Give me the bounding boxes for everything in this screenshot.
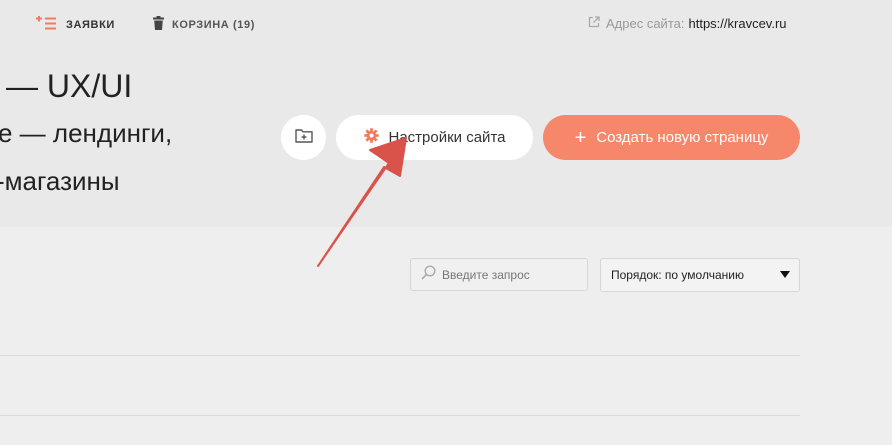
list-divider [0, 415, 800, 416]
list-divider [0, 355, 800, 356]
search-icon [421, 264, 436, 285]
site-settings-label: Настройки сайта [388, 129, 506, 146]
plus-icon: + [574, 126, 587, 149]
external-link-icon [588, 16, 600, 31]
trash-icon [153, 16, 164, 33]
project-description-line-2: -магазины [0, 166, 120, 196]
create-page-button[interactable]: + Создать новую страницу [543, 115, 800, 160]
nav-orders[interactable]: ЗАЯВКИ [36, 15, 115, 33]
caret-down-icon [780, 271, 790, 278]
sort-value: Порядок: по умолчанию [611, 268, 744, 282]
sort-dropdown[interactable]: Порядок: по умолчанию [600, 258, 800, 292]
list-plus-icon [36, 15, 58, 33]
nav-cart-label: КОРЗИНА (19) [172, 18, 255, 31]
site-address-url[interactable]: https://kravcev.ru [688, 16, 786, 31]
site-settings-button[interactable]: Настройки сайта [336, 115, 533, 160]
gear-icon [363, 128, 379, 147]
project-description-line-1: е — лендинги, [0, 118, 173, 148]
nav-orders-label: ЗАЯВКИ [66, 18, 115, 31]
site-address: Адрес сайта: https://kravcev.ru [588, 16, 787, 31]
new-folder-button[interactable] [281, 115, 326, 160]
create-page-label: Создать новую страницу [596, 129, 769, 146]
project-title: — UX/UI [6, 68, 133, 104]
site-address-label: Адрес сайта: [606, 16, 685, 31]
search-box[interactable] [410, 258, 588, 291]
nav-cart[interactable]: КОРЗИНА (19) [153, 16, 255, 33]
search-input[interactable] [442, 267, 582, 282]
folder-plus-icon [294, 128, 313, 148]
